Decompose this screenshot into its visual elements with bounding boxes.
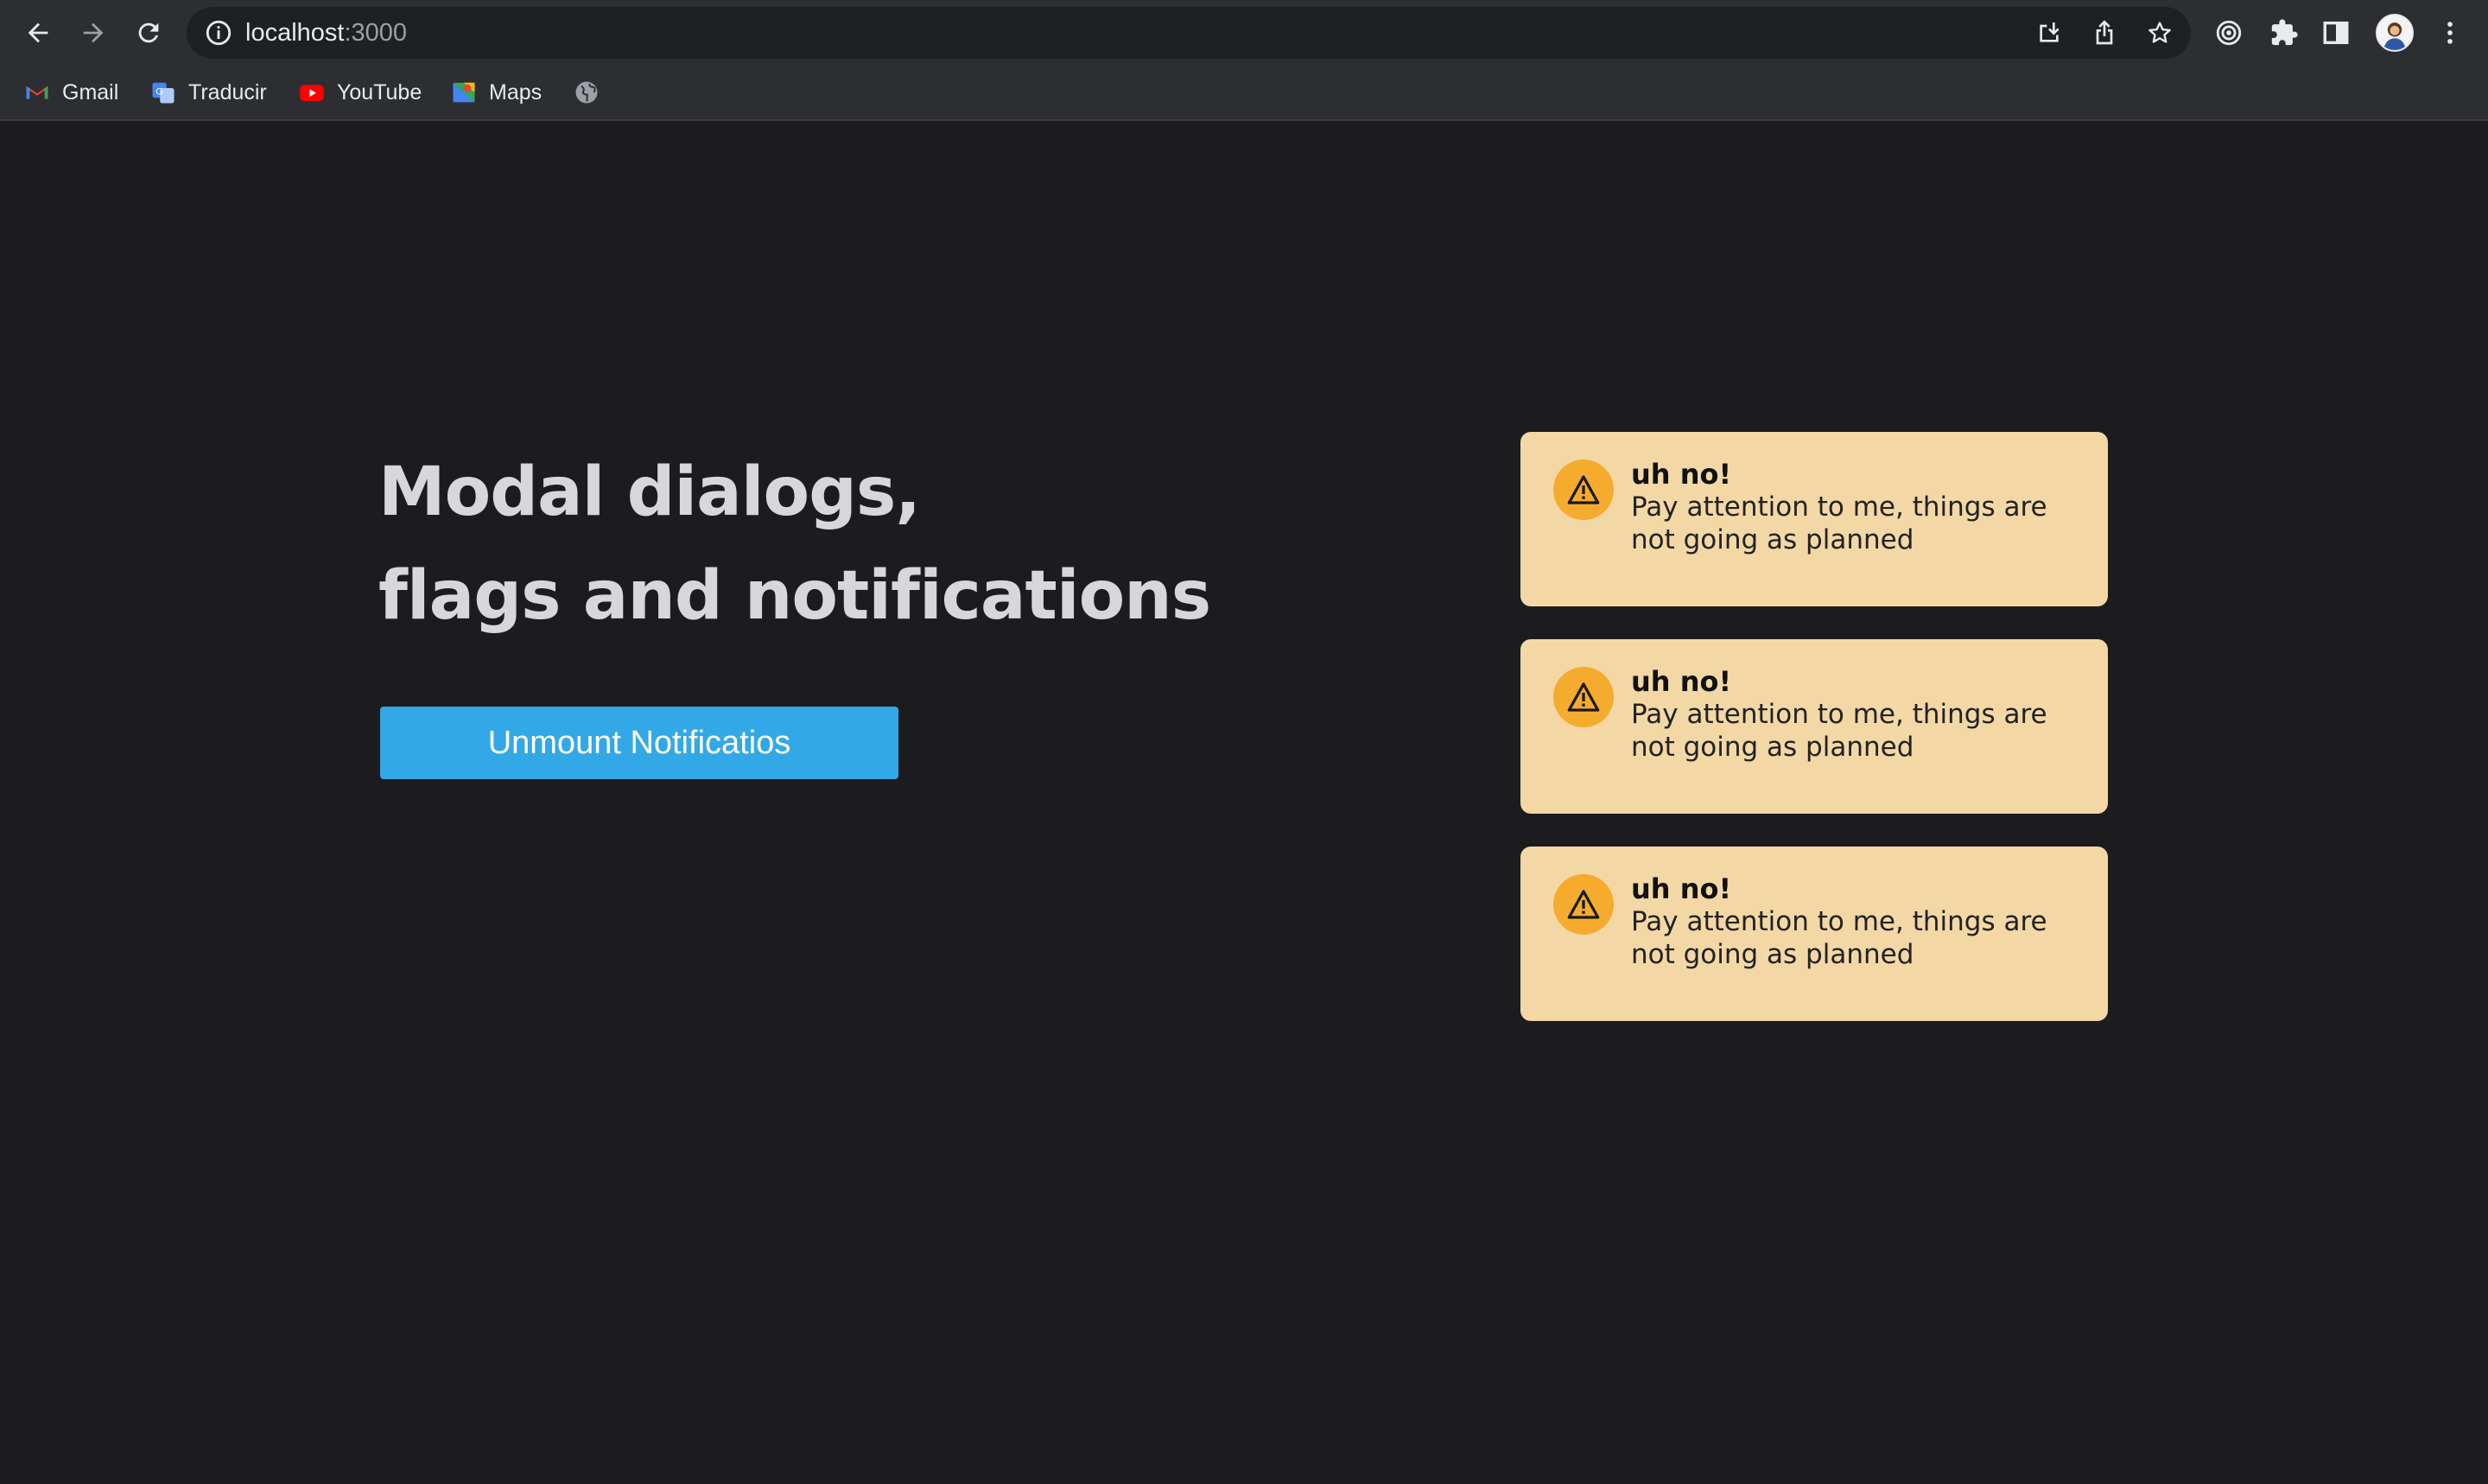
page-title-line-1: Modal dialogs, <box>378 453 921 531</box>
bookmark-label: YouTube <box>337 79 422 105</box>
bookmark-maps[interactable]: Maps <box>451 66 542 119</box>
notification-flag: uh no! Pay attention to me, things are n… <box>1520 432 2108 606</box>
warning-icon <box>1553 667 1614 727</box>
profile-avatar[interactable] <box>2376 14 2414 52</box>
browser-toolbar: localhost:3000 <box>0 0 2488 66</box>
bookmark-traducir[interactable]: G Traducir <box>150 66 267 119</box>
bookmark-youtube[interactable]: YouTube <box>299 66 422 119</box>
share-button[interactable] <box>2085 14 2123 52</box>
translate-icon: G <box>150 79 176 105</box>
svg-text:G: G <box>156 87 163 98</box>
address-bar[interactable]: localhost:3000 <box>187 7 2191 59</box>
reload-icon <box>138 22 159 43</box>
bookmark-label: Maps <box>489 79 543 105</box>
star-icon <box>2148 22 2171 43</box>
globe-icon <box>574 79 600 105</box>
kebab-menu-icon <box>2447 22 2453 44</box>
bookmark-star-button[interactable] <box>2141 14 2179 52</box>
url-text[interactable]: localhost:3000 <box>245 7 407 59</box>
notification-message: Pay attention to me, things are not goin… <box>1631 906 2047 970</box>
avatar-icon <box>2377 16 2412 50</box>
url-host: localhost <box>245 19 345 47</box>
reload-button[interactable] <box>124 9 173 57</box>
back-arrow-icon <box>28 22 48 43</box>
notification-title: uh no! <box>1631 665 1732 698</box>
notification-message: Pay attention to me, things are not goin… <box>1631 491 2047 555</box>
bookmark-label: Traducir <box>188 79 267 105</box>
extension-target-button[interactable] <box>2205 9 2253 57</box>
back-button[interactable] <box>14 9 62 57</box>
extensions-button[interactable] <box>2260 9 2308 57</box>
warning-icon <box>1553 874 1614 935</box>
notification-title: uh no! <box>1631 458 1732 491</box>
target-icon <box>2216 20 2242 46</box>
notification-title: uh no! <box>1631 872 1732 905</box>
gmail-icon <box>24 79 50 105</box>
forward-arrow-icon <box>83 22 104 43</box>
bookmark-gmail[interactable]: Gmail <box>24 66 118 119</box>
maps-icon <box>451 79 477 105</box>
site-info-icon[interactable] <box>204 18 233 48</box>
bookmark-label: Gmail <box>62 79 119 105</box>
page-title-line-2: flags and notifications <box>378 557 1211 635</box>
install-icon <box>2040 22 2060 42</box>
youtube-icon <box>299 79 325 105</box>
share-icon <box>2096 20 2113 45</box>
forward-button[interactable] <box>69 9 117 57</box>
install-app-button[interactable] <box>2030 14 2068 52</box>
side-panel-button[interactable] <box>2312 9 2360 57</box>
browser-menu-button[interactable] <box>2426 9 2474 57</box>
notification-message: Pay attention to me, things are not goin… <box>1631 699 2047 763</box>
notification-flag: uh no! Pay attention to me, things are n… <box>1520 847 2108 1021</box>
puzzle-icon <box>2271 19 2298 46</box>
side-panel-icon <box>2323 21 2349 45</box>
warning-icon <box>1553 460 1614 520</box>
notification-flag: uh no! Pay attention to me, things are n… <box>1520 639 2108 814</box>
page-title: Modal dialogs, flags and notifications <box>378 441 1242 648</box>
url-port: :3000 <box>344 19 408 47</box>
bookmark-globe[interactable] <box>574 66 600 119</box>
unmount-notifications-button[interactable]: Unmount Notificatios <box>380 707 898 779</box>
bookmarks-bar: Gmail G Traducir YouTube Maps <box>0 66 2488 121</box>
